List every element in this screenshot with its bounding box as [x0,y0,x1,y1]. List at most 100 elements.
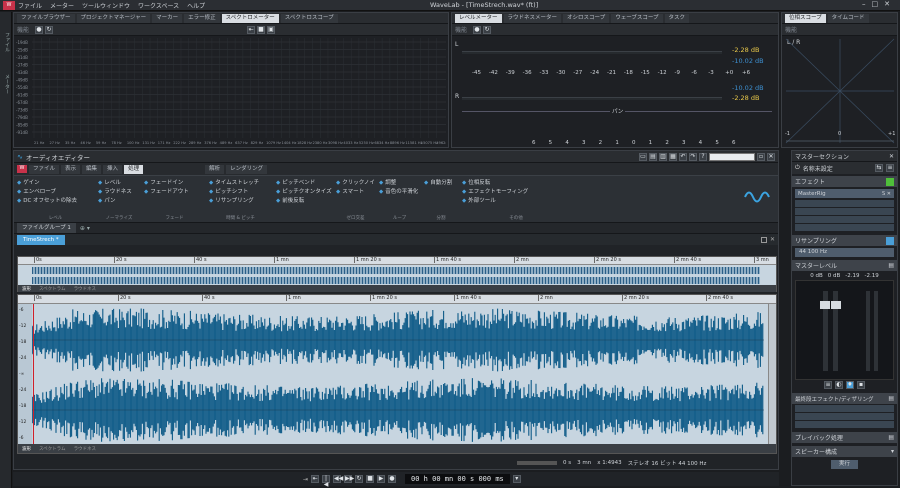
editor-tab[interactable]: レンダリング [226,164,268,174]
empty-slot[interactable] [795,224,894,231]
options-menu[interactable]: 機能 [785,25,797,34]
view-tab[interactable]: スペクトラム [35,286,70,292]
speaker-menu[interactable]: ▾ [891,448,894,455]
editor-tab[interactable]: 挿入 [103,164,123,174]
window-controls[interactable]: –□✕ [862,0,896,8]
ribbon-item[interactable]: ◆ スマート [336,188,375,197]
ribbon-item[interactable]: ◆クリックノイズ [336,179,375,188]
menu-item[interactable]: ワークスペース [138,1,179,10]
dim-icon[interactable]: ◐ [835,381,843,389]
menu-item[interactable]: ヘルプ [187,1,205,10]
view-tab[interactable]: スペクトラム [35,446,70,452]
preset-dropdown[interactable] [709,152,755,161]
ribbon-item[interactable]: ◆ 自動分割 [424,179,458,188]
menu-icon[interactable]: ≡ [886,164,894,172]
panel-tab[interactable]: ウェーブスコープ [611,13,663,23]
panel-tab[interactable]: オシロスコープ [563,13,610,23]
time-format-icon[interactable]: ▾ [512,475,521,483]
panel-tab[interactable]: タスク [664,13,690,23]
editor-tab[interactable]: ファイル [29,164,60,174]
left-strip-item[interactable]: メーター [1,74,11,94]
options-menu[interactable]: 機能 [455,25,467,34]
ribbon-item[interactable]: ◆ ピッチシフト [209,188,272,197]
editor-tab[interactable]: 処理 [124,164,144,174]
ribbon-item[interactable]: ◆ ラウドネス [98,188,140,197]
ribbon-item[interactable]: ◆ 音色の平滑化 [379,188,420,197]
saveas-icon[interactable]: ▥ [659,152,667,161]
vertical-scrollbar[interactable] [768,304,776,445]
ribbon-item[interactable]: ◆ ピッチベンド [276,179,332,188]
playhead[interactable] [33,304,34,445]
resampling-select[interactable]: 44 100 Hz [795,248,894,257]
skip-icon[interactable]: ⇤ [247,25,256,34]
ribbon-item[interactable]: ◆ フェードアウト [144,188,205,197]
editor-tab[interactable]: 解析 [205,164,225,174]
record-icon[interactable]: ● [473,25,482,34]
file-tab[interactable]: TimeStrech * [17,234,65,245]
view-tab[interactable]: 波形 [18,286,35,292]
forward-icon[interactable]: ▶▶ [344,475,354,483]
run-button[interactable]: 実行 [830,459,858,469]
ribbon-item[interactable]: ◆ 位相反転 [462,179,570,188]
save-icon[interactable]: ▤ [649,152,657,161]
view-tab[interactable]: ラウドネス [70,446,101,452]
panel-tab[interactable]: エラー修正 [184,13,220,23]
empty-slot[interactable] [795,200,894,207]
view-tab[interactable]: ラウドネス [70,286,101,292]
bypass-icon[interactable]: ⇆ [875,164,883,172]
ribbon-item[interactable]: ◆ 前後反転 [276,197,332,206]
undo-icon[interactable]: ↶ [679,152,687,161]
close-icon[interactable]: ✕ [889,153,894,160]
final-menu[interactable]: ▤ [888,395,894,402]
start-icon[interactable]: |◀ [322,475,331,488]
link-icon[interactable]: ≡ [824,381,832,389]
mono-icon[interactable]: ♦ [846,381,854,389]
ribbon-item[interactable]: ◆ 調整 [379,179,420,188]
resampling-power[interactable] [886,236,894,245]
ribbon-item[interactable]: ◆ エンベロープ [17,188,94,197]
ribbon-item[interactable]: ◆ 外部ツール [462,197,570,206]
record-icon[interactable]: ● [388,475,397,483]
panel-tab[interactable]: タイムコード [827,13,869,23]
rewind-icon[interactable]: ◀◀ [333,475,343,483]
ribbon-item[interactable]: ◆ DC オフセットの除去 [17,197,94,206]
empty-slot[interactable] [795,421,894,428]
panel-tab[interactable]: ラウドネスメーター [503,13,562,23]
stop-icon[interactable]: ■ [366,475,375,483]
view-tab[interactable]: 波形 [18,446,35,452]
refresh-icon[interactable]: ↻ [45,25,54,34]
record-icon[interactable]: ● [35,25,44,34]
ribbon-item[interactable]: ◆ レベル [98,179,140,188]
refresh-icon[interactable]: ↻ [483,25,492,34]
menu-item[interactable]: ファイル [18,1,42,10]
editor-tab[interactable]: 表示 [61,164,81,174]
file-group-tab[interactable]: ファイルグループ 1 [17,223,76,233]
effects-power[interactable] [886,177,894,186]
plugin-slot[interactable]: MasterRig [798,191,826,197]
panel-tab[interactable]: レベルメーター [455,13,502,23]
menu-item[interactable]: メーター [50,1,74,10]
panel-tab[interactable]: スペクトロメーター [221,13,279,23]
transport-btn[interactable]: ⇥ [303,476,308,483]
fader-cap[interactable] [820,301,830,309]
empty-slot[interactable] [795,413,894,420]
preset-name[interactable]: 名称未設定 [803,164,833,173]
redo-icon[interactable]: ↷ [689,152,697,161]
options-menu[interactable]: 機能 [17,25,29,34]
audio-format[interactable]: ステレオ 16 ビット 44 100 Hz [628,459,707,467]
ribbon-item[interactable]: ◆ タイムストレッチ [209,179,272,188]
power-icon[interactable]: ⏻ [795,164,800,172]
ribbon-item[interactable]: ◆ ゲイン [17,179,94,188]
panel-tab[interactable]: マーカー [152,13,183,23]
close-icon[interactable]: ✕ [770,236,775,243]
ribbon-item[interactable]: ◆ エフェクトモーフィング [462,188,570,197]
help-icon[interactable]: ? [699,152,707,161]
empty-slot[interactable] [795,405,894,412]
plugin-controls[interactable]: S ✕ [882,191,891,197]
ribbon-item[interactable]: ◆ フェードイン [144,179,205,188]
left-strip-item[interactable]: ファイル [1,32,11,52]
ribbon-item[interactable]: ◆ パン [98,197,140,206]
play-icon[interactable]: ▶ [377,475,386,483]
time-display[interactable]: 00 h 00 mn 00 s 000 ms [405,474,510,484]
panel-tab[interactable]: プロジェクトマネージャー [76,13,151,23]
